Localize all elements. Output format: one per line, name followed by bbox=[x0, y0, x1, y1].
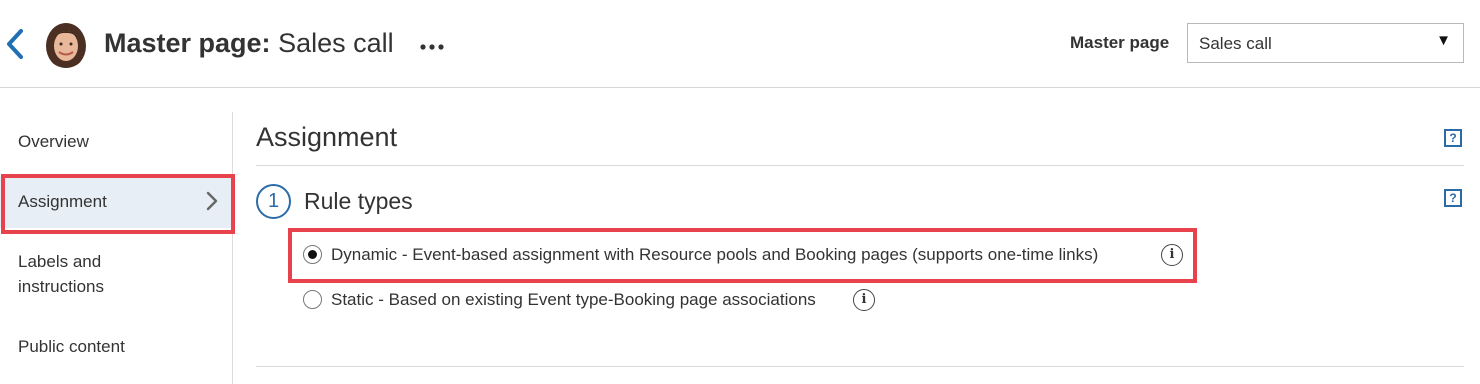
sidebar-item-overview[interactable]: Overview bbox=[0, 112, 233, 170]
sidebar-item-label: Overview bbox=[18, 132, 89, 151]
page-title-name: Sales call bbox=[270, 28, 394, 58]
radio-static[interactable] bbox=[303, 290, 322, 309]
master-page-label: Master page bbox=[1070, 33, 1170, 52]
step-number-badge: 1 bbox=[256, 184, 291, 219]
radio-label: Static - Based on existing Event type-Bo… bbox=[331, 290, 816, 309]
rule-type-option-dynamic[interactable]: Dynamic - Event-based assignment with Re… bbox=[303, 243, 1183, 267]
rule-types-title: Rule types bbox=[304, 188, 413, 214]
help-icon[interactable]: ? bbox=[1444, 129, 1462, 147]
sidebar-item-public-content[interactable]: Public content bbox=[0, 322, 233, 372]
section-title: Assignment bbox=[256, 122, 398, 152]
page-header: Master page: Sales call Master page Sale… bbox=[0, 0, 1480, 88]
divider bbox=[256, 165, 1464, 166]
radio-selected-dot bbox=[308, 250, 317, 259]
avatar bbox=[44, 20, 88, 68]
page-title: Master page: Sales call bbox=[104, 26, 394, 60]
caret-down-icon: ▼ bbox=[1436, 32, 1451, 49]
more-options-icon[interactable] bbox=[418, 30, 448, 58]
master-page-select[interactable]: Sales call ▼ bbox=[1187, 23, 1464, 63]
info-icon[interactable]: i bbox=[853, 289, 875, 311]
sidebar-item-label: Assignment bbox=[18, 192, 107, 211]
back-chevron-icon[interactable] bbox=[4, 28, 26, 60]
master-page-select-value: Sales call bbox=[1199, 34, 1272, 53]
divider bbox=[256, 366, 1464, 367]
sidebar-item-assignment[interactable]: Assignment bbox=[0, 176, 233, 228]
rule-type-option-static[interactable]: Static - Based on existing Event type-Bo… bbox=[303, 288, 883, 312]
page-title-prefix: Master page: bbox=[104, 28, 271, 58]
radio-dynamic[interactable] bbox=[303, 245, 322, 264]
chevron-right-icon bbox=[205, 191, 219, 211]
sidebar-item-labels[interactable]: Labels and instructions bbox=[0, 244, 233, 308]
radio-label: Dynamic - Event-based assignment with Re… bbox=[331, 245, 1099, 264]
help-icon[interactable]: ? bbox=[1444, 189, 1462, 207]
sidebar-item-label: Public content bbox=[18, 337, 125, 356]
info-icon[interactable]: i bbox=[1161, 244, 1183, 266]
sidebar-item-label: Labels and instructions bbox=[18, 252, 104, 296]
sidebar: Overview Assignment Labels and instructi… bbox=[0, 112, 233, 384]
